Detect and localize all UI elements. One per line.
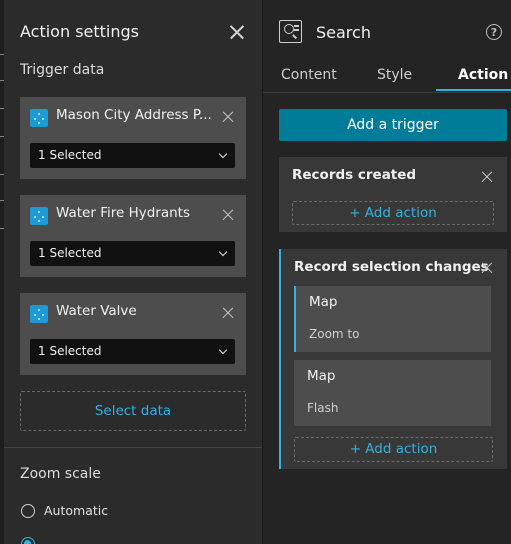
widget-settings-panel: Search ? Content Style Action Add a trig…: [263, 0, 511, 544]
layer-name: Mason City Address P...: [56, 107, 212, 123]
trigger-card: Water Fire Hydrants 1 Selected: [20, 195, 246, 277]
selection-dropdown[interactable]: 1 Selected: [30, 339, 235, 364]
zoom-scale-label: Zoom scale: [20, 466, 101, 482]
trigger-panel-records-created: Records created + Add action: [279, 157, 507, 232]
action-title: Map: [307, 368, 336, 384]
feature-layer-icon: [30, 305, 48, 323]
action-card[interactable]: Map Flash: [294, 360, 491, 426]
radio-automatic[interactable]: [21, 504, 35, 518]
widget-title: Search: [316, 23, 371, 42]
selection-dropdown[interactable]: 1 Selected: [30, 143, 235, 168]
chevron-down-icon: [218, 149, 228, 159]
trigger-data-label: Trigger data: [20, 62, 105, 78]
close-icon[interactable]: [480, 261, 493, 274]
selection-value: 1 Selected: [38, 148, 102, 162]
selection-dropdown[interactable]: 1 Selected: [30, 241, 235, 266]
tab-action[interactable]: Action: [458, 67, 508, 83]
action-subtitle: Zoom to: [309, 327, 360, 341]
chevron-down-icon: [218, 247, 228, 257]
trigger-title: Record selection changes: [294, 259, 489, 275]
selection-value: 1 Selected: [38, 246, 102, 260]
trigger-card: Mason City Address P... 1 Selected: [20, 97, 246, 179]
action-card[interactable]: Map Zoom to: [294, 286, 491, 352]
add-trigger-button[interactable]: Add a trigger: [279, 109, 507, 141]
remove-layer-icon[interactable]: [221, 208, 234, 221]
selection-value: 1 Selected: [38, 344, 102, 358]
add-action-button[interactable]: + Add action: [292, 201, 494, 225]
remove-layer-icon[interactable]: [221, 306, 234, 319]
close-icon[interactable]: [228, 23, 246, 41]
trigger-title: Records created: [292, 167, 417, 183]
active-tab-indicator: [436, 89, 511, 91]
feature-layer-icon: [30, 109, 48, 127]
help-icon[interactable]: ?: [486, 24, 502, 40]
feature-layer-icon: [30, 207, 48, 225]
divider: [263, 92, 511, 93]
trigger-panel-record-selection-changes: Record selection changes Map Zoom to Map…: [279, 249, 507, 469]
add-action-button[interactable]: + Add action: [294, 437, 493, 462]
tab-content[interactable]: Content: [281, 67, 337, 83]
close-icon[interactable]: [480, 170, 493, 183]
panel-title: Action settings: [20, 22, 139, 41]
search-widget-icon: [279, 20, 302, 43]
action-title: Map: [309, 294, 338, 310]
radio-automatic-label: Automatic: [44, 503, 109, 518]
trigger-card: Water Valve 1 Selected: [20, 293, 246, 375]
action-subtitle: Flash: [307, 401, 339, 415]
radio-custom[interactable]: [21, 537, 35, 544]
layer-name: Water Valve: [56, 303, 137, 319]
remove-layer-icon[interactable]: [221, 110, 234, 123]
tab-style[interactable]: Style: [377, 67, 412, 83]
action-settings-panel: Action settings Trigger data Mason City …: [4, 0, 262, 544]
divider: [4, 447, 262, 448]
chevron-down-icon: [218, 345, 228, 355]
select-data-button[interactable]: Select data: [20, 391, 246, 431]
layer-name: Water Fire Hydrants: [56, 205, 190, 221]
